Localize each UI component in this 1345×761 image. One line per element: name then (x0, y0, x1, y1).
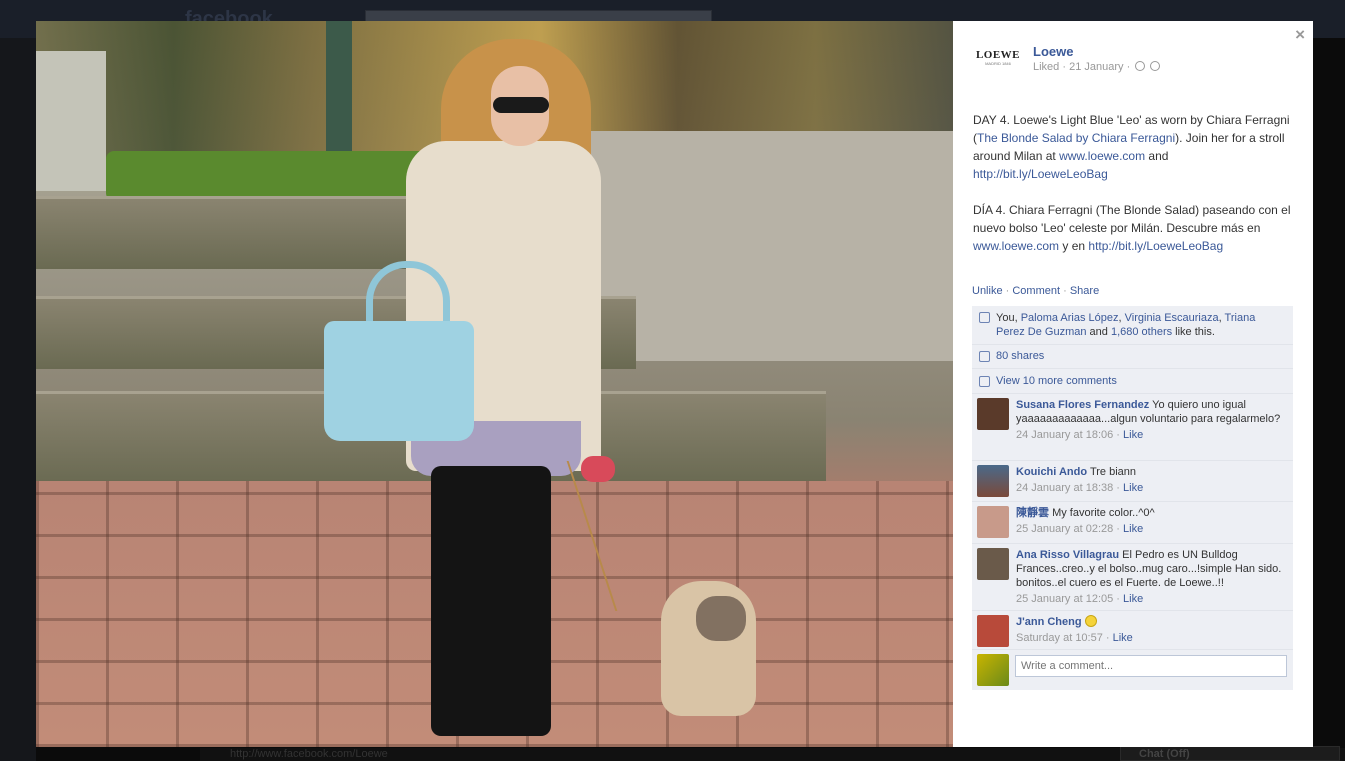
post-text-spanish: DÍA 4. Chiara Ferragni (The Blonde Salad… (973, 203, 1291, 253)
comment-body: 陳靜雲 My favorite color..^0^ 25 January at… (1016, 506, 1286, 536)
commenter-avatar[interactable] (977, 398, 1009, 430)
background-sidebar (0, 38, 36, 761)
background-chat-bar: Chat (Off) (1120, 746, 1340, 761)
photo-wall (36, 51, 106, 191)
comment-like-link[interactable]: Like (1123, 523, 1143, 535)
post-text-english: DAY 4. Loewe's Light Blue 'Leo' as worn … (973, 113, 1290, 181)
comment-author[interactable]: Ana Risso Villagrau (1016, 549, 1119, 561)
comment-time[interactable]: 25 January at 02:28 (1016, 523, 1113, 535)
comment-item: 陳靜雲 My favorite color..^0^ 25 January at… (972, 502, 1293, 544)
comment-meta: 25 January at 12:05 · Like (1016, 593, 1144, 605)
page-avatar-logo[interactable]: LOEWE MADRID 1846 (973, 49, 1023, 89)
photo-legs (431, 466, 551, 736)
photo-light-blue-bag (324, 321, 474, 441)
comment-author[interactable]: Susana Flores Fernandez (1016, 399, 1149, 411)
post-date[interactable]: 21 January (1069, 61, 1123, 73)
liker-link[interactable]: Virginia Escauriaza (1125, 312, 1219, 324)
comment-body: J'ann Cheng Saturday at 10:57 · Like (1016, 615, 1286, 645)
comment-time[interactable]: 24 January at 18:38 (1016, 482, 1113, 494)
comment-author[interactable]: Kouichi Ando (1016, 466, 1087, 478)
comment-body: Kouichi Ando Tre biann 24 January at 18:… (1016, 465, 1286, 495)
likes-text: You, Paloma Arias López, Virginia Escaur… (996, 312, 1256, 338)
share-link[interactable]: Share (1070, 285, 1099, 297)
comment-item: Ana Risso Villagrau El Pedro es UN Bulld… (972, 544, 1293, 611)
loewe-site-link[interactable]: www.loewe.com (1059, 149, 1145, 163)
comment-like-link[interactable]: Like (1113, 632, 1133, 644)
comment-time[interactable]: Saturday at 10:57 (1016, 632, 1103, 644)
comment-meta: 24 January at 18:06 · Like (1016, 429, 1144, 441)
photo-lamp-pole (326, 21, 352, 166)
logo-wordmark: LOEWE (975, 49, 1021, 61)
post-meta: Liked · 21 January · (1033, 61, 1161, 73)
shares-icon (979, 351, 990, 362)
bitly-link[interactable]: http://bit.ly/LoeweLeoBag (973, 167, 1108, 181)
comment-time[interactable]: 24 January at 18:06 (1016, 429, 1113, 441)
smiley-icon (1084, 615, 1097, 627)
shares-count[interactable]: 80 shares (996, 350, 1044, 362)
comment-link[interactable]: Comment (1012, 285, 1060, 297)
write-comment-row (972, 650, 1293, 690)
post-message: DAY 4. Loewe's Light Blue 'Leo' as worn … (973, 111, 1293, 273)
view-more-comments[interactable]: View 10 more comments (972, 369, 1293, 394)
bitly-link-es[interactable]: http://bit.ly/LoeweLeoBag (1088, 239, 1223, 253)
loewe-site-link-es[interactable]: www.loewe.com (973, 239, 1059, 253)
comment-author[interactable]: J'ann Cheng (1016, 616, 1082, 628)
photo-viewer-image[interactable] (36, 21, 953, 747)
comment-item: Susana Flores Fernandez Yo quiero uno ig… (972, 394, 1293, 461)
liker-link[interactable]: Paloma Arias López (1021, 312, 1119, 324)
comment-meta: 25 January at 02:28 · Like (1016, 523, 1144, 535)
comment-body: Ana Risso Villagrau El Pedro es UN Bulld… (1016, 548, 1286, 606)
photo-sunglasses (493, 97, 549, 113)
photo-dog-face (696, 596, 746, 641)
globe-icon (1150, 61, 1161, 71)
comment-like-link[interactable]: Like (1123, 593, 1143, 605)
page-name-link[interactable]: Loewe (1033, 44, 1073, 59)
thumbs-up-icon (979, 312, 990, 323)
photo-info-panel: × LOEWE MADRID 1846 Loewe Liked · 21 Jan… (953, 21, 1313, 747)
view-more-comments-link[interactable]: View 10 more comments (996, 375, 1117, 387)
commenter-avatar[interactable] (977, 548, 1009, 580)
blonde-salad-link[interactable]: The Blonde Salad by Chiara Ferragni (977, 131, 1175, 145)
others-link[interactable]: 1,680 others (1111, 326, 1172, 338)
background-status-url: http://www.facebook.com/Loewe (230, 748, 388, 760)
photo-grass (106, 151, 436, 201)
logo-subtitle: MADRID 1846 (985, 61, 1011, 66)
current-user-avatar (977, 654, 1009, 686)
post-actions: Unlike · Comment · Share (972, 285, 1100, 297)
comment-text: My favorite color..^0^ (1052, 507, 1155, 519)
comment-text: Tre biann (1089, 466, 1137, 478)
comment-like-link[interactable]: Like (1123, 429, 1143, 441)
comment-item: J'ann Cheng Saturday at 10:57 · Like (972, 611, 1293, 650)
comment-meta: 24 January at 18:38 · Like (1016, 482, 1144, 494)
comment-like-link[interactable]: Like (1123, 482, 1143, 494)
comment-bubble-icon (979, 376, 990, 387)
liked-status: Liked (1033, 61, 1060, 73)
clock-icon (1135, 61, 1146, 71)
close-icon[interactable]: × (1295, 25, 1305, 45)
shares-summary[interactable]: 80 shares (972, 345, 1293, 369)
comment-item: Kouichi Ando Tre biann 24 January at 18:… (972, 461, 1293, 502)
commenter-avatar[interactable] (977, 465, 1009, 497)
comment-time[interactable]: 25 January at 12:05 (1016, 593, 1113, 605)
comment-meta: Saturday at 10:57 · Like (1016, 632, 1133, 644)
commenter-avatar[interactable] (977, 506, 1009, 538)
comment-author[interactable]: 陳靜雲 (1016, 507, 1049, 519)
likes-summary: You, Paloma Arias López, Virginia Escaur… (972, 306, 1293, 345)
comment-body: Susana Flores Fernandez Yo quiero uno ig… (1016, 398, 1286, 442)
unlike-link[interactable]: Unlike (972, 285, 1003, 297)
comment-input[interactable] (1015, 655, 1287, 677)
commenter-avatar[interactable] (977, 615, 1009, 647)
